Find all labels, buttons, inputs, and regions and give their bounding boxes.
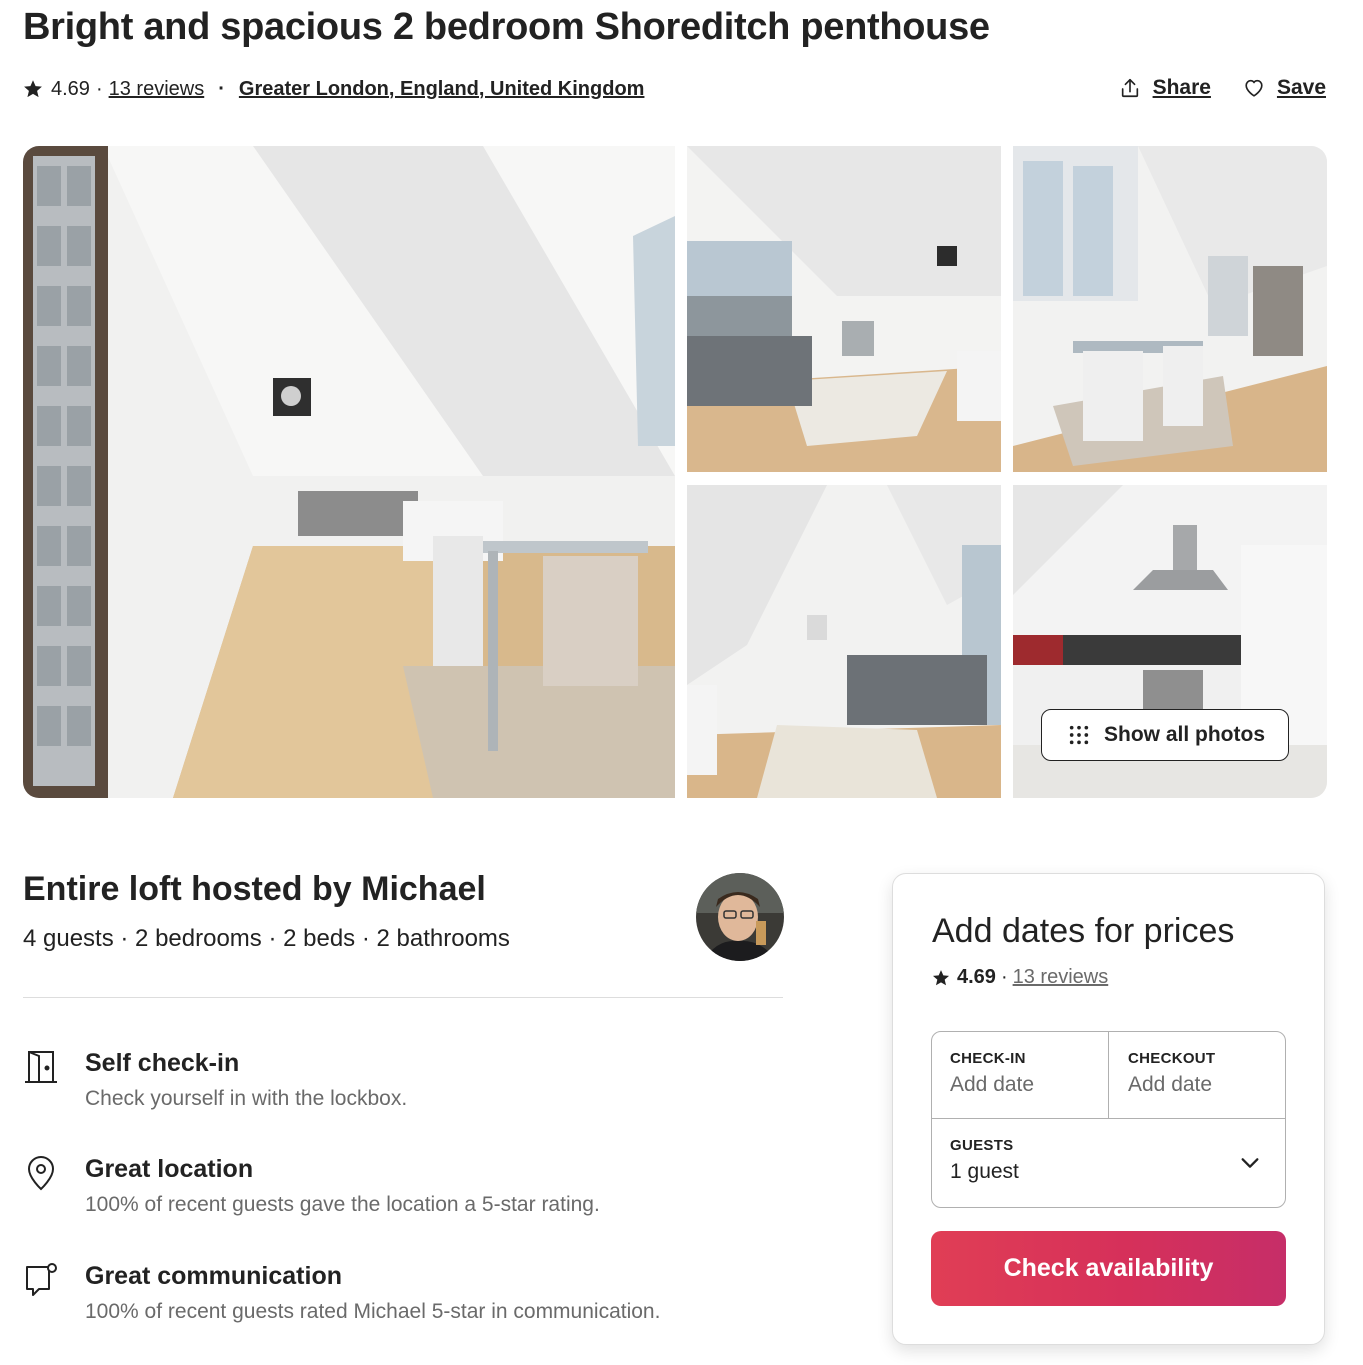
feature-description: 100% of recent guests gave the location … [85, 1193, 600, 1216]
booking-title: Add dates for prices [932, 912, 1235, 950]
checkout-label: CHECKOUT [1128, 1050, 1216, 1067]
photo-living-room-view[interactable] [687, 485, 1001, 798]
share-button[interactable]: Share [1119, 76, 1211, 100]
guests-dropdown[interactable]: GUESTS 1 guest [932, 1119, 1285, 1207]
checkout-value: Add date [1128, 1073, 1213, 1096]
photo-living-area-sofa[interactable] [687, 146, 1001, 472]
check-in-value: Add date [950, 1073, 1035, 1096]
heart-icon [1245, 79, 1263, 97]
feature-title: Self check-in [85, 1049, 240, 1077]
star-icon [932, 969, 950, 985]
photo-gallery [23, 146, 1327, 798]
rating-value: 4.69 [51, 77, 90, 100]
dot-separator: · [95, 77, 103, 100]
booking-rating: 4.69 · 13 reviews [932, 966, 1108, 989]
feature-description: Check yourself in with the lockbox. [85, 1087, 408, 1110]
rating-value: 4.69 [957, 966, 996, 988]
show-all-photos-label: Show all photos [1104, 723, 1265, 746]
guests-label: GUESTS [950, 1137, 1014, 1154]
share-icon [1121, 78, 1138, 98]
feature-description: 100% of recent guests rated Michael 5-st… [85, 1300, 661, 1323]
reviews-link[interactable]: 13 reviews [109, 78, 205, 101]
dot-separator: · [1000, 966, 1008, 988]
photo-main-living-room[interactable] [23, 146, 675, 798]
section-divider [23, 997, 783, 998]
show-all-photos-button[interactable]: Show all photos [1041, 709, 1289, 761]
feature-title: Great communication [85, 1262, 342, 1290]
date-guest-picker: CHECK-IN Add date CHECKOUT Add date GUES… [931, 1031, 1286, 1208]
listing-subheader: 4.69 · 13 reviews · Greater London, Engl… [23, 75, 644, 103]
booking-card: Add dates for prices 4.69 · 13 reviews C… [892, 873, 1325, 1345]
share-label: Share [1152, 76, 1211, 99]
save-button[interactable]: Save [1243, 76, 1326, 100]
location-pin-icon [27, 1156, 55, 1191]
photo-dining-area[interactable] [1013, 146, 1327, 472]
dot-separator: · [218, 77, 225, 100]
listing-title: Bright and spacious 2 bedroom Shoreditch… [23, 6, 990, 48]
reviews-link[interactable]: 13 reviews [1013, 966, 1109, 989]
star-icon [24, 80, 42, 98]
check-in-field[interactable]: CHECK-IN Add date [932, 1032, 1109, 1119]
grid-dots-icon [1069, 725, 1089, 745]
save-label: Save [1276, 76, 1326, 99]
chevron-down-icon [1241, 1158, 1259, 1168]
chat-bubble-icon [26, 1263, 57, 1296]
door-icon [25, 1051, 57, 1083]
listing-actions: Share Save [1119, 76, 1326, 100]
location-link[interactable]: Greater London, England, United Kingdom [239, 78, 645, 101]
check-in-label: CHECK-IN [950, 1050, 1026, 1067]
feature-title: Great location [85, 1155, 254, 1183]
listing-capacity: 4 guests · 2 bedrooms · 2 beds · 2 bathr… [23, 925, 510, 952]
host-avatar[interactable] [696, 873, 784, 961]
check-availability-button[interactable]: Check availability [931, 1231, 1286, 1306]
checkout-field[interactable]: CHECKOUT Add date [1109, 1032, 1286, 1119]
guests-value: 1 guest [950, 1160, 1019, 1183]
host-heading: Entire loft hosted by Michael [23, 870, 486, 908]
